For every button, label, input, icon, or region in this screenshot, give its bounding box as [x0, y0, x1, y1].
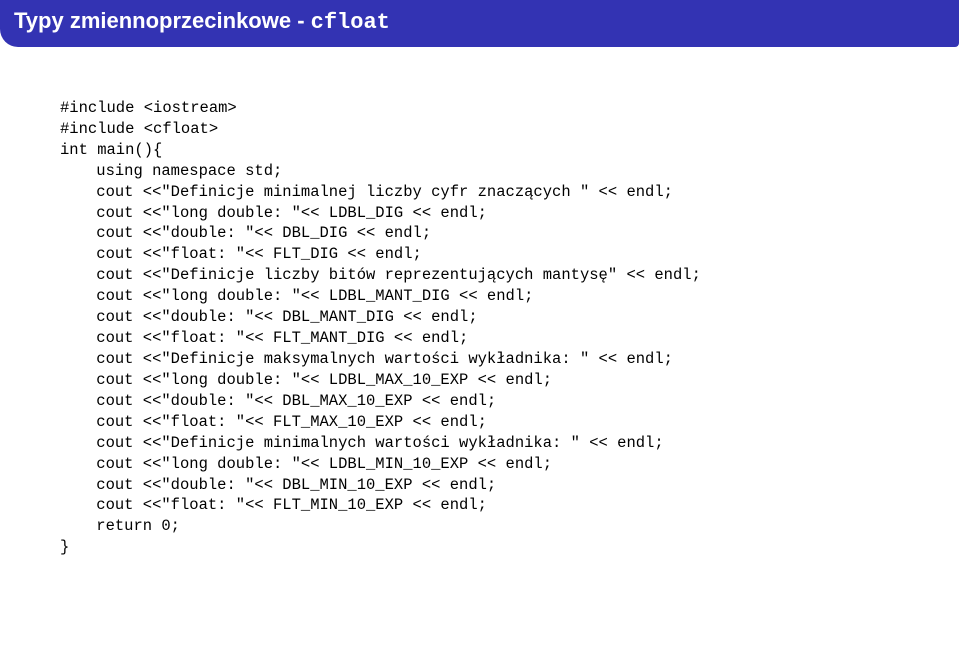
- code-line: cout <<"double: "<< DBL_MANT_DIG << endl…: [60, 308, 478, 326]
- code-line: cout <<"float: "<< FLT_MIN_10_EXP << end…: [60, 496, 487, 514]
- code-line: cout <<"Definicje minimalnych wartości w…: [60, 434, 664, 452]
- code-line: cout <<"long double: "<< LDBL_MANT_DIG <…: [60, 287, 533, 305]
- code-line: #include <iostream>: [60, 99, 237, 117]
- code-line: cout <<"double: "<< DBL_MAX_10_EXP << en…: [60, 392, 496, 410]
- code-line: cout <<"long double: "<< LDBL_MIN_10_EXP…: [60, 455, 552, 473]
- code-line: return 0;: [60, 517, 180, 535]
- code-line: using namespace std;: [60, 162, 282, 180]
- code-line: int main(){: [60, 141, 162, 159]
- code-line: cout <<"float: "<< FLT_MAX_10_EXP << end…: [60, 413, 487, 431]
- title-text: Typy zmiennoprzecinkowe -: [14, 8, 311, 33]
- code-line: cout <<"double: "<< DBL_MIN_10_EXP << en…: [60, 476, 496, 494]
- code-block: #include <iostream> #include <cfloat> in…: [0, 47, 959, 576]
- code-line: cout <<"double: "<< DBL_DIG << endl;: [60, 224, 431, 242]
- title-code: cfloat: [311, 10, 390, 35]
- code-line: }: [60, 538, 69, 556]
- code-line: cout <<"float: "<< FLT_MANT_DIG << endl;: [60, 329, 468, 347]
- code-line: cout <<"long double: "<< LDBL_DIG << end…: [60, 204, 487, 222]
- code-line: cout <<"float: "<< FLT_DIG << endl;: [60, 245, 422, 263]
- slide-title: Typy zmiennoprzecinkowe - cfloat: [14, 8, 390, 33]
- code-line: #include <cfloat>: [60, 120, 218, 138]
- code-line: cout <<"long double: "<< LDBL_MAX_10_EXP…: [60, 371, 552, 389]
- slide-header: Typy zmiennoprzecinkowe - cfloat: [0, 0, 959, 47]
- code-line: cout <<"Definicje maksymalnych wartości …: [60, 350, 673, 368]
- code-line: cout <<"Definicje liczby bitów reprezent…: [60, 266, 701, 284]
- code-line: cout <<"Definicje minimalnej liczby cyfr…: [60, 183, 673, 201]
